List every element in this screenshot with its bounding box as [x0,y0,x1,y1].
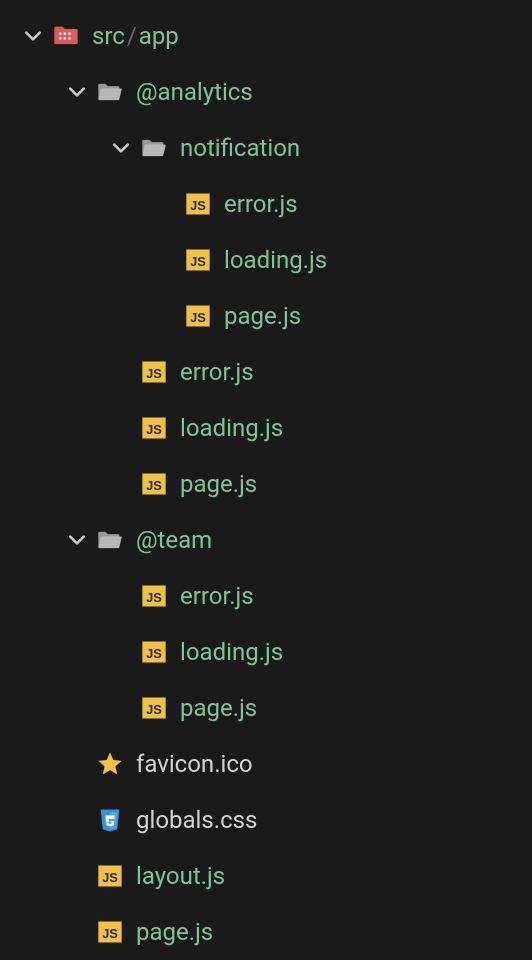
tree-row-folder-team[interactable]: @team [0,512,532,568]
tree-item-label: error.js [224,190,298,218]
js-file-icon: JS [96,862,124,890]
folder-open-icon [96,78,124,106]
svg-text:JS: JS [190,254,206,269]
chevron-down-icon [108,135,134,161]
tree-row-file[interactable]: JS page.js [0,904,532,960]
tree-row-file[interactable]: JS loading.js [0,232,532,288]
svg-text:JS: JS [190,198,206,213]
js-file-icon: JS [184,302,212,330]
tree-row-folder-analytics[interactable]: @analytics [0,64,532,120]
tree-item-label: error.js [180,582,254,610]
js-file-icon: JS [140,414,168,442]
tree-item-label: loading.js [180,414,283,442]
root-prefix: src [92,22,125,50]
folder-open-icon [140,134,168,162]
tree-row-file[interactable]: JS page.js [0,456,532,512]
tree-item-label: src/app [92,22,179,50]
folder-open-icon [96,526,124,554]
tree-item-label: loading.js [180,638,283,666]
folder-root-icon [52,22,80,50]
js-file-icon: JS [140,694,168,722]
tree-item-label: page.js [136,918,213,946]
tree-item-label: error.js [180,358,254,386]
tree-item-label: page.js [180,694,257,722]
tree-item-label: @team [136,526,212,554]
tree-row-file[interactable]: JS error.js [0,176,532,232]
tree-row-file[interactable]: JS page.js [0,680,532,736]
root-name: app [139,22,179,50]
tree-row-file[interactable]: JS loading.js [0,624,532,680]
tree-item-label: page.js [180,470,257,498]
svg-text:JS: JS [102,926,118,941]
js-file-icon: JS [140,582,168,610]
svg-text:JS: JS [146,478,162,493]
chevron-down-icon [20,23,46,49]
tree-row-file[interactable]: JS error.js [0,568,532,624]
tree-row-file[interactable]: JS layout.js [0,848,532,904]
root-sep: / [127,22,137,50]
svg-text:JS: JS [102,870,118,885]
chevron-down-icon [64,527,90,553]
tree-row-file[interactable]: JS page.js [0,288,532,344]
svg-text:JS: JS [146,646,162,661]
tree-row-file[interactable]: favicon.ico [0,736,532,792]
chevron-down-icon [64,79,90,105]
star-icon [96,750,124,778]
tree-item-label: @analytics [136,78,253,106]
js-file-icon: JS [96,918,124,946]
js-file-icon: JS [140,638,168,666]
js-file-icon: JS [140,470,168,498]
js-file-icon: JS [184,246,212,274]
svg-text:JS: JS [190,310,206,325]
js-file-icon: JS [184,190,212,218]
svg-text:JS: JS [146,422,162,437]
css-file-icon [96,806,124,834]
tree-row-file[interactable]: JS loading.js [0,400,532,456]
tree-item-label: favicon.ico [136,750,253,778]
tree-item-label: layout.js [136,862,225,890]
tree-item-label: loading.js [224,246,327,274]
svg-text:JS: JS [146,366,162,381]
tree-row-file[interactable]: globals.css [0,792,532,848]
tree-item-label: notification [180,134,300,162]
tree-item-label: globals.css [136,806,257,834]
svg-text:JS: JS [146,702,162,717]
tree-row-root[interactable]: src/app [0,8,532,64]
tree-row-file[interactable]: JS error.js [0,344,532,400]
tree-item-label: page.js [224,302,301,330]
svg-text:JS: JS [146,590,162,605]
tree-row-folder-notification[interactable]: notification [0,120,532,176]
js-file-icon: JS [140,358,168,386]
